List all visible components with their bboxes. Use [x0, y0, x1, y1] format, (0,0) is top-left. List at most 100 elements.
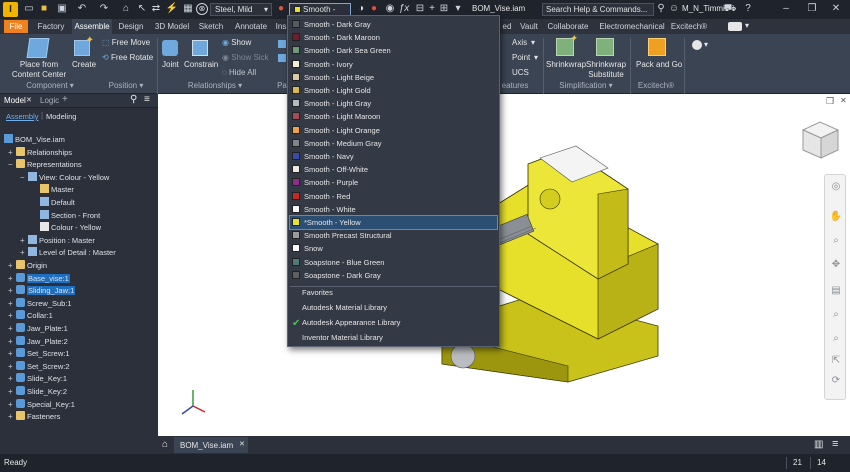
point-button[interactable]: Point: [512, 53, 530, 63]
group-work-features[interactable]: eatures: [500, 80, 530, 92]
shrinkwrap-button[interactable]: Shrinkwrap: [546, 60, 586, 70]
properties-icon[interactable]: ▦: [182, 3, 194, 15]
tree-node[interactable]: Base_vise:1: [16, 272, 70, 285]
appearance-globe-icon[interactable]: ●: [275, 3, 287, 15]
tree-node[interactable]: Level of Detail : Master: [28, 247, 116, 259]
tab-logic[interactable]: Logic: [40, 96, 59, 105]
free-move-button[interactable]: ⬚ Free Move: [102, 38, 150, 48]
pack-and-go-button[interactable]: Pack and Go: [636, 60, 682, 70]
tab-annotate[interactable]: Annotate: [232, 19, 270, 34]
tree-node[interactable]: Screw_Sub:1: [16, 297, 72, 310]
appearance-menu-item[interactable]: Smooth - Navy: [290, 150, 497, 163]
tree-node[interactable]: Section - Front: [40, 209, 100, 222]
inventor-logo-icon[interactable]: I: [3, 2, 18, 17]
shrinkwrap-substitute-icon[interactable]: [596, 38, 614, 56]
pack-and-go-icon[interactable]: [648, 38, 666, 56]
group-relationships[interactable]: Relationships ▾: [186, 80, 244, 92]
library-menu-item[interactable]: Inventor Material Library: [302, 333, 383, 343]
ucs-button[interactable]: UCS: [512, 68, 529, 78]
tree-node[interactable]: Master: [40, 184, 74, 196]
tree-node[interactable]: Special_Key:1: [16, 398, 75, 411]
clear-appearance-icon[interactable]: ◉: [384, 3, 396, 15]
close-icon[interactable]: ✕: [26, 96, 32, 104]
appearance-menu-item[interactable]: Smooth - Light Beige: [290, 71, 497, 84]
panel-toggle-icon[interactable]: [728, 22, 742, 31]
expand-icon[interactable]: +: [8, 388, 15, 396]
tab-3d-model[interactable]: 3D Model: [152, 19, 192, 34]
user-name[interactable]: M_N_Timmis: [682, 4, 729, 13]
place-from-content-center-button[interactable]: Place from Content Center: [10, 60, 68, 80]
appearance-menu-item[interactable]: Smooth - Light Gold: [290, 84, 497, 97]
tree-node[interactable]: Slide_Key:1: [16, 373, 67, 385]
chevron-down-icon[interactable]: ▾: [704, 40, 708, 49]
redo-icon[interactable]: ↷: [98, 3, 110, 15]
show-sick-button[interactable]: ◉ Show Sick: [222, 53, 269, 63]
group-position[interactable]: Position ▾: [106, 80, 146, 92]
expand-icon[interactable]: +: [8, 312, 15, 320]
appearance-menu-item[interactable]: Smooth - Light Gray: [290, 97, 497, 110]
measure-icon[interactable]: ⊟: [414, 3, 426, 15]
open-folder-icon[interactable]: ■: [38, 3, 50, 15]
steering-wheel-icon[interactable]: ◎: [828, 178, 844, 194]
tab-vault[interactable]: Vault: [518, 19, 540, 34]
expand-icon[interactable]: +: [8, 337, 15, 345]
appearance-menu-item[interactable]: Smooth - Purple: [290, 176, 497, 189]
appearance-menu-item[interactable]: Smooth - Light Maroon: [290, 110, 497, 123]
tab-assemble[interactable]: Assemble: [72, 19, 112, 34]
free-orbit-icon[interactable]: ⇱: [828, 352, 844, 368]
library-menu-item[interactable]: Autodesk Material Library: [302, 303, 387, 313]
tab-managed[interactable]: ed: [500, 19, 514, 34]
document-tab[interactable]: BOM_Vise.iam: [174, 437, 248, 453]
expand-icon[interactable]: +: [8, 299, 15, 307]
show-button[interactable]: ◉ Show: [222, 38, 251, 48]
zoom-window-icon[interactable]: ⌕: [828, 306, 844, 322]
restore-icon[interactable]: ❐: [806, 3, 818, 15]
clear-override-icon[interactable]: ⊗: [196, 3, 208, 15]
tree-node[interactable]: BOM_Vise.iam: [4, 134, 65, 146]
ilogic-icon[interactable]: ⊞: [438, 3, 450, 15]
tab-assembly[interactable]: Assembly: [6, 112, 39, 121]
library-menu-item[interactable]: Autodesk Appearance Library: [302, 318, 400, 328]
help-icon[interactable]: ?: [742, 3, 754, 15]
tab-modeling[interactable]: Modeling: [46, 112, 76, 121]
appearance-menu-item[interactable]: Smooth - Dark Sea Green: [290, 44, 497, 57]
graphics-window[interactable]: ❐ ✕: [158, 94, 850, 436]
expand-icon[interactable]: +: [20, 249, 27, 257]
shrinkwrap-substitute-button[interactable]: Shrinkwrap Substitute: [586, 60, 626, 80]
home-icon[interactable]: ⌂: [162, 439, 168, 450]
adjust-icon[interactable]: ◑: [355, 3, 367, 15]
menu-icon[interactable]: ≡: [832, 438, 838, 450]
constrained-orbit-icon[interactable]: ⟳: [828, 372, 844, 388]
zoom-icon[interactable]: ⌕: [828, 232, 844, 248]
user-icon[interactable]: ☺: [668, 3, 680, 15]
color-wheel-icon[interactable]: ●: [368, 3, 380, 15]
tree-node[interactable]: Default: [40, 197, 75, 209]
appearance-menu-item[interactable]: Smooth Precast Structural: [290, 229, 497, 242]
tile-view-icon[interactable]: ▥: [814, 439, 823, 450]
appearance-menu-item[interactable]: Smooth - Dark Maroon: [290, 31, 497, 44]
appearance-menu-item[interactable]: Smooth - Ivory: [290, 58, 497, 71]
menu-icon[interactable]: ≡: [144, 94, 150, 105]
look-at-icon[interactable]: ▤: [828, 282, 844, 298]
vise-model[interactable]: [158, 94, 850, 436]
close-icon[interactable]: ✕: [840, 96, 847, 105]
pattern-icon[interactable]: [278, 54, 286, 62]
expand-icon[interactable]: +: [8, 400, 15, 408]
tree-node[interactable]: Sliding_Jaw:1: [16, 285, 76, 297]
hide-all-button[interactable]: ◌ Hide All: [222, 68, 256, 78]
appearance-menu-item[interactable]: Soapstone - Blue Green: [290, 256, 497, 269]
add-tab-icon[interactable]: +: [62, 94, 68, 105]
group-excitech[interactable]: Excitech®: [636, 80, 676, 92]
expand-icon[interactable]: +: [8, 350, 15, 358]
tree-node[interactable]: Position : Master: [28, 234, 95, 247]
parameters-icon[interactable]: ƒx: [398, 3, 410, 15]
joint-icon[interactable]: [162, 40, 178, 56]
axis-button[interactable]: Axis: [512, 38, 527, 48]
expand-icon[interactable]: +: [8, 375, 15, 383]
search-input[interactable]: Search Help & Commands...: [546, 5, 647, 14]
tree-node[interactable]: Jaw_Plate:1: [16, 323, 68, 335]
appearance-menu-item[interactable]: Smooth - Light Orange: [290, 124, 497, 137]
close-icon[interactable]: ✕: [239, 440, 245, 448]
tab-design[interactable]: Design: [116, 19, 146, 34]
home-icon[interactable]: ⌂: [120, 3, 132, 15]
